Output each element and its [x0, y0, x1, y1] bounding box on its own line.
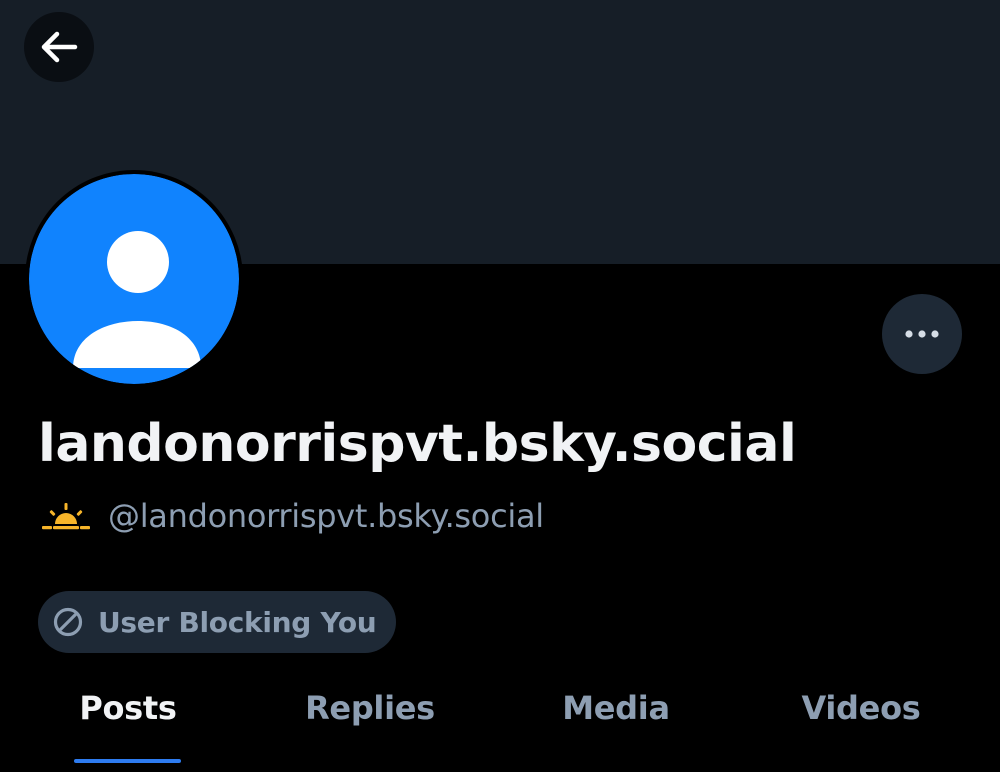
active-tab-indicator — [74, 759, 181, 763]
ellipsis-icon — [905, 330, 939, 338]
tab-label: Replies — [305, 689, 435, 727]
arrow-left-icon — [41, 31, 78, 63]
tab-label: Posts — [79, 689, 177, 727]
tab-label: Videos — [801, 689, 921, 727]
tab-replies[interactable]: Replies — [284, 672, 456, 766]
profile-tabs: Posts Replies Media Videos — [0, 672, 1000, 772]
blocking-status-badge[interactable]: User Blocking You — [38, 591, 397, 653]
tab-videos[interactable]: Videos — [778, 672, 944, 766]
tab-label: Media — [562, 689, 670, 727]
handle-row: @landonorrispvt.bsky.social — [40, 494, 544, 538]
default-user-avatar-icon — [29, 174, 239, 384]
profile-page: landonorrispvt.bsky.social @landonorrisp… — [0, 0, 1000, 772]
display-name: landonorrispvt.bsky.social — [38, 414, 797, 474]
tab-posts[interactable]: Posts — [54, 672, 202, 766]
block-badge-label: User Blocking You — [98, 605, 377, 639]
avatar[interactable] — [25, 170, 243, 388]
more-options-button[interactable] — [882, 294, 962, 374]
back-button[interactable] — [24, 12, 94, 82]
handle: @landonorrispvt.bsky.social — [108, 497, 544, 535]
sunrise-icon — [42, 503, 90, 530]
block-icon — [53, 607, 83, 637]
tab-media[interactable]: Media — [540, 672, 692, 766]
